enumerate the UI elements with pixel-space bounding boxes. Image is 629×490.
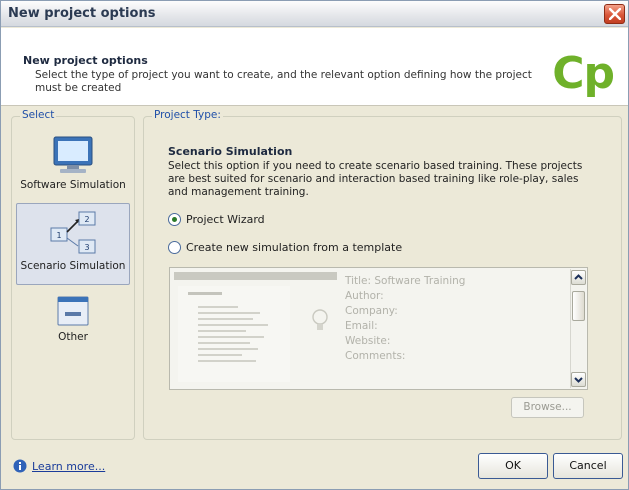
template-thumbnail xyxy=(178,286,290,382)
header-title: New project options xyxy=(23,54,148,67)
chevron-up-icon xyxy=(574,274,583,280)
template-website: Website: xyxy=(345,335,391,347)
chevron-down-icon xyxy=(574,377,583,383)
dialog-header: New project options Select the type of p… xyxy=(1,28,628,106)
project-type-title: Scenario Simulation xyxy=(168,145,293,158)
radio-project-wizard[interactable]: Project Wizard xyxy=(168,213,265,226)
scroll-down-button[interactable] xyxy=(571,372,586,387)
select-group-label: Select xyxy=(20,109,57,121)
template-preview-box[interactable]: Title: Software Training Author: Company… xyxy=(169,267,588,390)
window-icon xyxy=(57,296,89,326)
new-project-options-dialog: New project options New project options … xyxy=(0,0,629,490)
radio-label: Project Wizard xyxy=(186,213,265,226)
scroll-thumb[interactable] xyxy=(572,291,585,321)
cancel-button[interactable]: Cancel xyxy=(553,453,623,479)
template-company: Company: xyxy=(345,305,398,317)
project-type-description: Select this option if you need to create… xyxy=(168,160,583,198)
radio-create-from-template[interactable]: Create new simulation from a template xyxy=(168,241,402,254)
select-item-software-simulation[interactable]: Software Simulation xyxy=(16,129,130,201)
template-title: Title: Software Training xyxy=(345,275,466,287)
learn-more-link[interactable]: Learn more... xyxy=(32,460,105,473)
monitor-icon xyxy=(53,136,93,173)
project-type-group: Project Type: Scenario Simulation Select… xyxy=(143,109,622,440)
ok-button[interactable]: OK xyxy=(478,453,548,479)
template-comments: Comments: xyxy=(345,350,406,362)
close-button[interactable] xyxy=(604,4,625,24)
svg-text:2: 2 xyxy=(84,215,89,224)
select-item-scenario-simulation[interactable]: 2 1 3 Scenario Simulation xyxy=(16,203,130,285)
close-icon xyxy=(609,8,621,20)
select-item-label: Software Simulation xyxy=(20,179,126,191)
title-bar[interactable]: New project options xyxy=(1,1,628,27)
header-description: Select the type of project you want to c… xyxy=(35,69,532,94)
select-item-label: Scenario Simulation xyxy=(20,260,126,272)
template-email: Email: xyxy=(345,320,378,332)
template-header-strip xyxy=(174,272,337,280)
scroll-up-button[interactable] xyxy=(571,270,586,285)
captivate-logo: Cp xyxy=(552,48,615,99)
svg-text:3: 3 xyxy=(84,243,89,252)
template-metadata: Title: Software Training Author: Company… xyxy=(345,274,465,364)
window-title: New project options xyxy=(8,6,156,21)
template-author: Author: xyxy=(345,290,384,302)
template-scrollbar[interactable] xyxy=(570,269,586,388)
info-icon xyxy=(13,459,27,473)
project-type-label: Project Type: xyxy=(152,109,223,121)
browse-button[interactable]: Browse... xyxy=(511,397,584,418)
radio-label: Create new simulation from a template xyxy=(186,241,403,254)
select-group: Select Software Simulation 2 1 3 Scenari… xyxy=(11,109,135,440)
select-item-label: Other xyxy=(58,331,88,343)
scenario-flow-icon: 2 1 3 xyxy=(50,211,96,254)
learn-more[interactable]: Learn more... xyxy=(13,459,105,473)
lightbulb-icon xyxy=(312,309,328,330)
radio-button-checked[interactable] xyxy=(168,213,181,226)
select-item-other[interactable]: Other xyxy=(16,289,130,353)
svg-text:1: 1 xyxy=(56,231,61,240)
radio-button[interactable] xyxy=(168,241,181,254)
